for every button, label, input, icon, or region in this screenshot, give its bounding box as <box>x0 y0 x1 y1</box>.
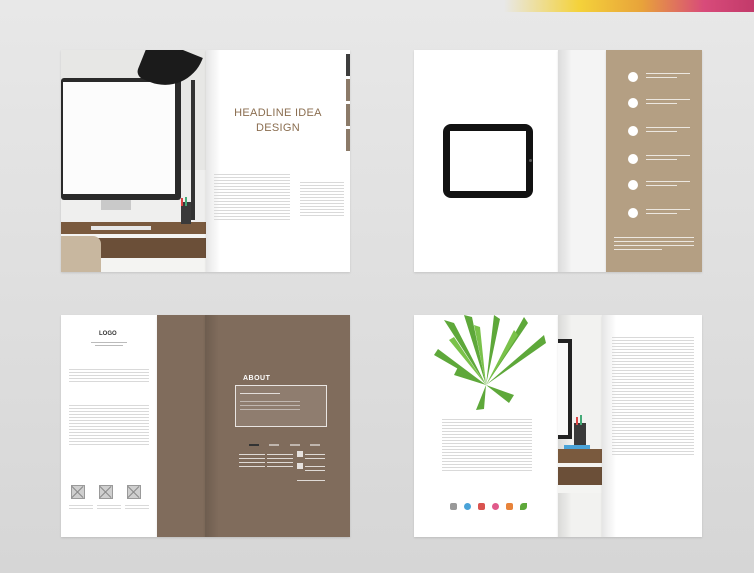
image-placeholder-icon <box>71 485 85 499</box>
brand-text: ABOUT <box>243 375 271 382</box>
about-page: LOGO <box>61 315 157 537</box>
chair-image <box>61 236 101 272</box>
text-column-page <box>602 315 702 537</box>
features-footer-text <box>614 234 694 253</box>
heart-icon <box>492 503 499 510</box>
wifi-icon <box>464 503 471 510</box>
plant-page-text <box>442 417 532 473</box>
desk-photo-flap <box>558 315 602 537</box>
brown-flap-page <box>157 315 205 537</box>
laptop-icon <box>450 503 457 510</box>
logo-mark: LOGO <box>99 331 117 337</box>
features-panel <box>606 50 702 272</box>
mail-icon <box>478 503 485 510</box>
desk-photo-page <box>61 50 206 272</box>
paint-splash-decoration <box>504 0 754 12</box>
body-text-left <box>214 172 290 222</box>
headline-line-1: HEADLINE IDEA <box>234 107 322 119</box>
about-text-2 <box>69 403 149 447</box>
intro-box <box>235 385 327 427</box>
plant-page <box>414 315 558 537</box>
tablet-page <box>414 50 558 272</box>
plant-image <box>434 315 546 410</box>
leaf-icon <box>520 503 527 510</box>
body-text-right <box>300 180 344 218</box>
brown-cover-page: ABOUT <box>205 315 350 537</box>
person-icon <box>506 503 513 510</box>
headline: HEADLINE IDEA DESIGN <box>226 106 330 136</box>
long-text <box>612 335 694 457</box>
nav-bar <box>249 433 329 446</box>
inner-flap-page <box>558 50 606 272</box>
headline-line-2: DESIGN <box>256 122 300 134</box>
headline-page: HEADLINE IDEA DESIGN <box>206 50 350 272</box>
image-placeholder-icon <box>99 485 113 499</box>
about-text-1 <box>69 367 149 384</box>
tab-markers <box>346 54 350 164</box>
image-placeholder-icon <box>127 485 141 499</box>
